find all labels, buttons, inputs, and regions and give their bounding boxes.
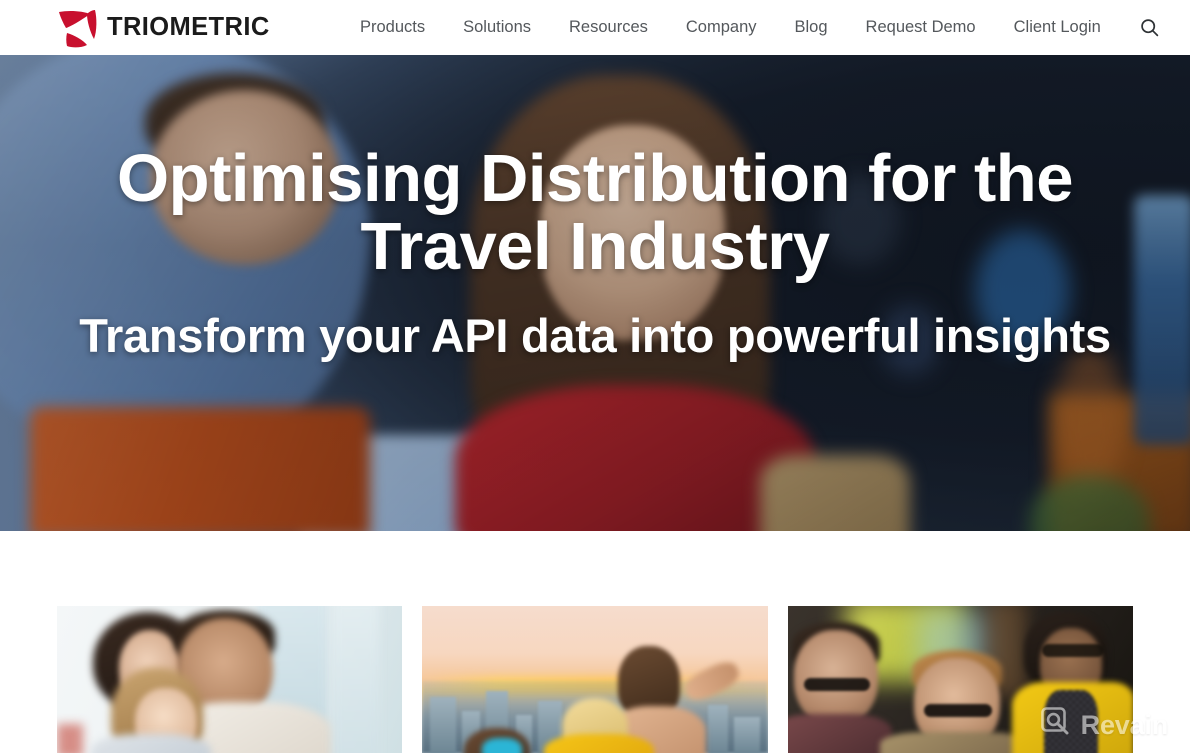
nav-item-products[interactable]: Products <box>360 18 425 37</box>
brand-logo-link[interactable]: TRIOMETRIC <box>57 7 270 49</box>
feature-card-city-sunset[interactable] <box>422 606 768 753</box>
main-navigation: Products Solutions Resources Company Blo… <box>360 17 1161 39</box>
nav-item-blog[interactable]: Blog <box>795 18 828 37</box>
nav-item-solutions[interactable]: Solutions <box>463 18 531 37</box>
brand-name: TRIOMETRIC <box>107 12 270 41</box>
search-icon[interactable] <box>1139 17 1161 39</box>
nav-item-client-login[interactable]: Client Login <box>1014 18 1101 37</box>
feature-cards <box>57 606 1133 753</box>
feature-card-family-computer[interactable] <box>57 606 403 753</box>
site-header: TRIOMETRIC Products Solutions Resources … <box>0 0 1190 55</box>
triometric-tri-petal-logo-icon <box>57 7 103 49</box>
hero-banner: Optimising Distribution for the Travel I… <box>0 55 1190 531</box>
nav-item-resources[interactable]: Resources <box>569 18 648 37</box>
feature-card-office-team[interactable] <box>787 606 1133 753</box>
hero-subtitle: Transform your API data into powerful in… <box>79 308 1111 362</box>
nav-item-request-demo[interactable]: Request Demo <box>866 18 976 37</box>
hero-title: Optimising Distribution for the Travel I… <box>117 141 1073 285</box>
nav-item-company[interactable]: Company <box>686 18 757 37</box>
